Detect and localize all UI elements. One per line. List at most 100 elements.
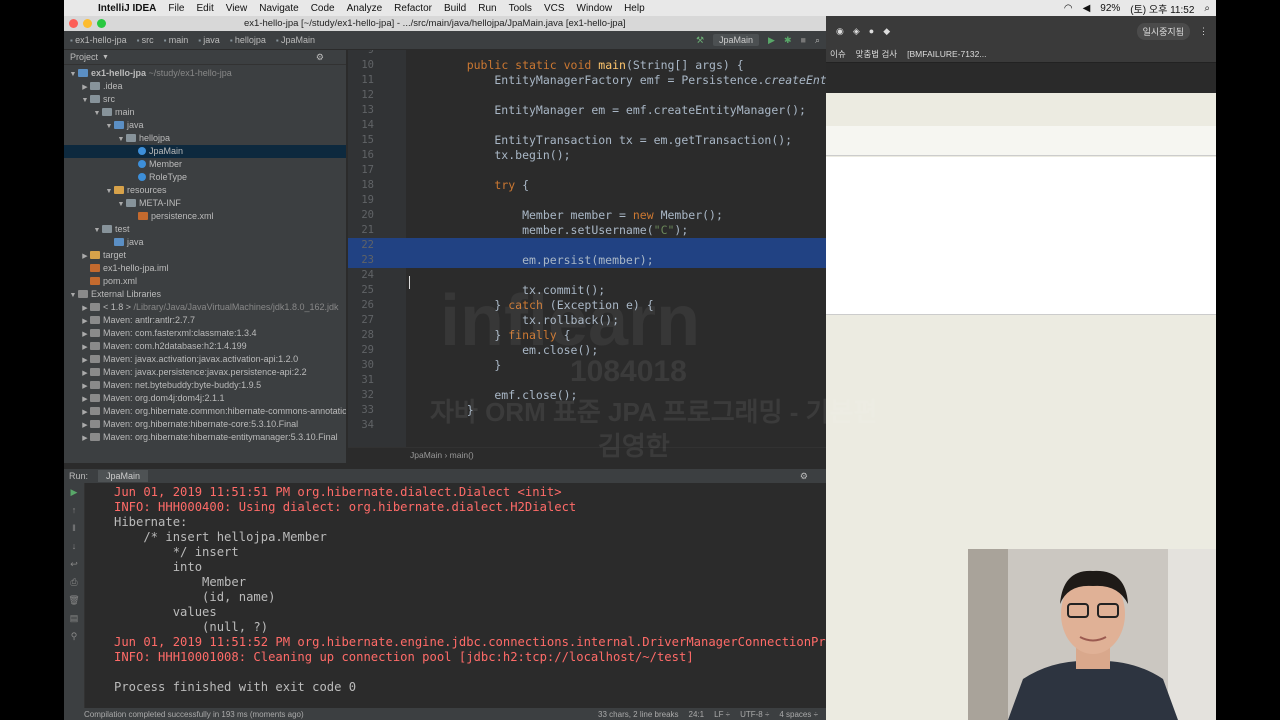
run-tab-jpamain[interactable]: JpaMain [98, 470, 149, 482]
chevron-down-icon[interactable]: ▼ [104, 185, 114, 197]
menu-vcs[interactable]: VCS [538, 3, 571, 14]
tree-item[interactable]: Member [64, 158, 346, 171]
close-window-button[interactable] [69, 19, 78, 28]
bookmark-item[interactable]: 맞춤법 검사 [856, 48, 897, 60]
code-line[interactable]: 21 member.setUsername("C"); [348, 223, 826, 238]
chevron-down-icon[interactable]: ▼ [92, 107, 102, 119]
chevron-down-icon[interactable]: ▼ [92, 224, 102, 236]
menu-tools[interactable]: Tools [503, 3, 538, 14]
code-line[interactable]: 28 } finally { [348, 328, 826, 343]
tree-item[interactable]: ▶ < 1.8 > /Library/Java/JavaVirtualMachin… [64, 301, 346, 314]
code-editor[interactable]: 9 10 public static void main(String[] arg… [348, 50, 826, 447]
gear-icon[interactable]: ⚙ [316, 52, 324, 63]
chevron-right-icon[interactable]: ▶ [80, 354, 90, 366]
zoom-window-button[interactable] [97, 19, 106, 28]
chevron-down-icon[interactable]: ▼ [68, 289, 78, 301]
tree-item[interactable]: ▶ Maven: javax.persistence:javax.persiste… [64, 366, 346, 379]
menu-code[interactable]: Code [305, 3, 341, 14]
chevron-right-icon[interactable]: ▶ [80, 315, 90, 327]
minimize-window-button[interactable] [83, 19, 92, 28]
nav-crumb[interactable]: JpaMain [276, 35, 315, 45]
project-tree[interactable]: ▼ ex1-hello-jpa ~/study/ex1-hello-jpa ▶ .id… [64, 65, 346, 444]
search-icon[interactable]: ⌕ [1204, 3, 1210, 14]
tree-item[interactable]: ▼ META-INF [64, 197, 346, 210]
nav-crumb[interactable]: ex1-hello-jpa [70, 35, 127, 45]
down-arrow-icon[interactable]: ↓ [64, 537, 84, 555]
chevron-right-icon[interactable]: ▶ [80, 393, 90, 405]
menu-icon[interactable]: ⋮ [1199, 26, 1208, 37]
chevron-down-icon[interactable]: ▼ [102, 54, 109, 61]
tree-item[interactable]: ▶ Maven: com.fasterxml:classmate:1.3.4 [64, 327, 346, 340]
tree-item[interactable]: ex1-hello-jpa.iml [64, 262, 346, 275]
code-line[interactable]: 19 [348, 193, 826, 208]
chevron-right-icon[interactable]: ▶ [80, 250, 90, 262]
tree-item[interactable]: ▶ target [64, 249, 346, 262]
menu-help[interactable]: Help [618, 3, 651, 14]
tree-item[interactable]: ▶ .idea [64, 80, 346, 93]
tree-item[interactable]: ▶ Maven: net.bytebuddy:byte-buddy:1.9.5 [64, 379, 346, 392]
bookmark-item[interactable]: [BMFAILURE-7132... [907, 49, 986, 59]
tree-item[interactable]: ▼ test [64, 223, 346, 236]
up-arrow-icon[interactable]: ↑ [64, 501, 84, 519]
code-line[interactable]: 23 em.persist(member); [348, 253, 826, 268]
chevron-down-icon[interactable]: ▼ [80, 94, 90, 106]
chevron-right-icon[interactable]: ▶ [80, 432, 90, 444]
code-line[interactable]: 34 [348, 418, 826, 433]
code-line[interactable]: 31 [348, 373, 826, 388]
wrap-icon[interactable]: ↩ [64, 555, 84, 573]
extension-icon[interactable]: ● [869, 26, 874, 36]
trash-icon[interactable]: 🗑 [64, 591, 84, 609]
nav-crumb[interactable]: hellojpa [230, 35, 266, 45]
line-separator[interactable]: LF ÷ [714, 710, 730, 719]
chevron-right-icon[interactable]: ▶ [80, 328, 90, 340]
chevron-right-icon[interactable]: ▶ [80, 380, 90, 392]
code-line[interactable]: 29 em.close(); [348, 343, 826, 358]
hammer-build-icon[interactable]: ⚒ [696, 35, 704, 46]
tree-item[interactable]: JpaMain [64, 145, 346, 158]
chevron-right-icon[interactable]: ▶ [80, 419, 90, 431]
tree-item[interactable]: ▼ src [64, 93, 346, 106]
tree-item[interactable]: ▼ main [64, 106, 346, 119]
pin-icon[interactable]: ⚲ [64, 627, 84, 645]
wifi-icon[interactable]: ◠ [1064, 3, 1073, 14]
rerun-icon[interactable]: ▶ [64, 483, 84, 501]
code-line[interactable]: 30 } [348, 358, 826, 373]
nav-crumb[interactable]: src [137, 35, 154, 45]
tree-item[interactable]: ▶ Maven: antlr:antlr:2.7.7 [64, 314, 346, 327]
menu-window[interactable]: Window [571, 3, 619, 14]
tree-item[interactable]: ▼ External Libraries [64, 288, 346, 301]
code-line[interactable]: 32 emf.close(); [348, 388, 826, 403]
code-line[interactable]: 26 } catch (Exception e) { [348, 298, 826, 313]
nav-crumb[interactable]: java [198, 35, 220, 45]
battery-text[interactable]: 92% [1100, 3, 1120, 14]
code-line[interactable]: 10 public static void main(String[] args… [348, 58, 826, 73]
tree-item[interactable]: pom.xml [64, 275, 346, 288]
gear-icon[interactable]: ⚙ [800, 471, 808, 482]
debug-icon[interactable]: ✱ [784, 35, 792, 46]
chevron-right-icon[interactable]: ▶ [80, 341, 90, 353]
chevron-right-icon[interactable]: ▶ [80, 367, 90, 379]
chevron-right-icon[interactable]: ▶ [80, 302, 90, 314]
project-header[interactable]: Project ▼ ⚙ [64, 50, 346, 65]
chevron-down-icon[interactable]: ▼ [116, 133, 126, 145]
code-line[interactable]: 24 [348, 268, 826, 283]
code-line[interactable]: 16 tx.begin(); [348, 148, 826, 163]
tree-item[interactable]: ▼ java [64, 119, 346, 132]
chevron-down-icon[interactable]: ▼ [68, 68, 78, 80]
menu-build[interactable]: Build [438, 3, 472, 14]
nav-crumb[interactable]: main [164, 35, 189, 45]
print-icon[interactable]: ⎙ [64, 573, 84, 591]
app-name-menu[interactable]: IntelliJ IDEA [92, 3, 162, 14]
code-line[interactable]: 18 try { [348, 178, 826, 193]
tree-item[interactable]: java [64, 236, 346, 249]
bookmark-item[interactable]: 이슈 [830, 48, 846, 60]
indent-setting[interactable]: 4 spaces ÷ [779, 710, 818, 719]
tree-item[interactable]: ▼ resources [64, 184, 346, 197]
extension-icon[interactable]: ◆ [883, 26, 890, 37]
chevron-right-icon[interactable]: ▶ [80, 406, 90, 418]
code-line[interactable]: 22 [348, 238, 826, 253]
tree-item[interactable]: ▶ Maven: javax.activation:javax.activatio… [64, 353, 346, 366]
pause-icon[interactable]: ‖ [64, 519, 84, 537]
code-line[interactable]: 12 [348, 88, 826, 103]
code-line[interactable]: 27 tx.rollback(); [348, 313, 826, 328]
